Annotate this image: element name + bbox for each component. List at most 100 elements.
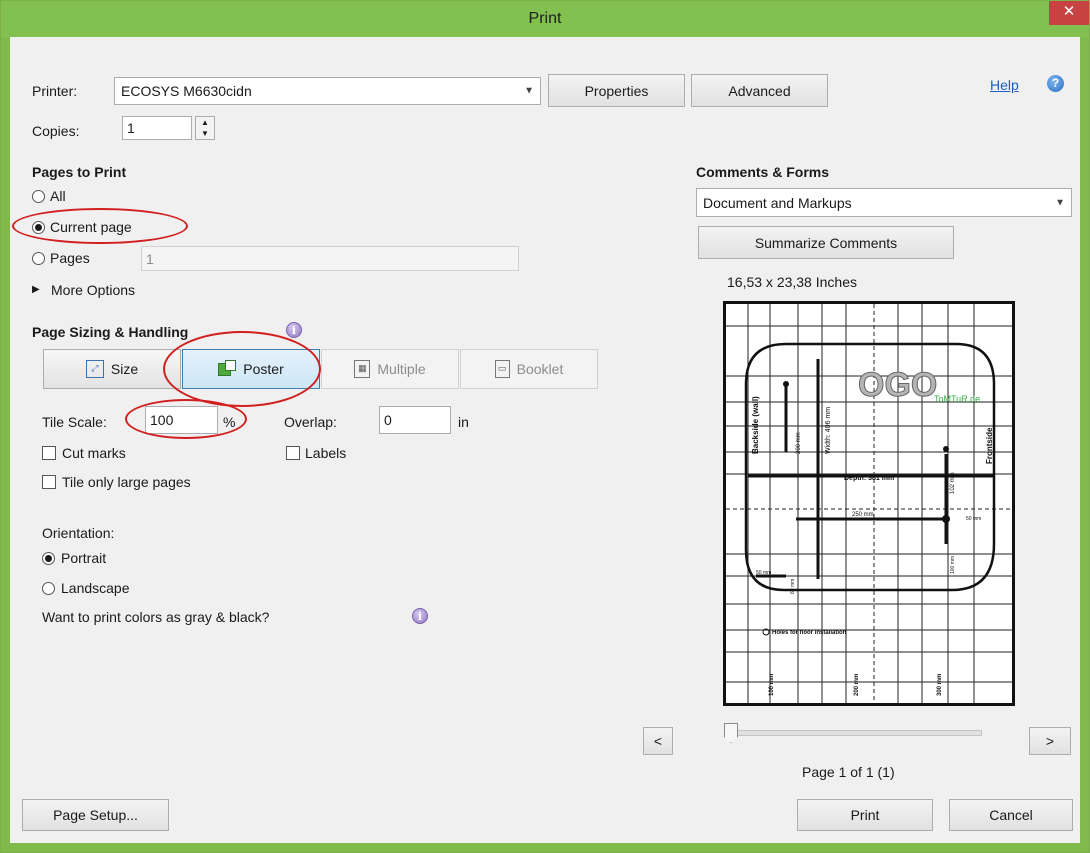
- radio-pages-label: Pages: [50, 250, 90, 266]
- preview-logo: OGO: [858, 366, 937, 404]
- tile-scale-field[interactable]: 100: [145, 406, 218, 434]
- print-dialog-window: Print ✕ Printer: ECOSYS M6630cidn ▼ Prop…: [0, 0, 1090, 853]
- printer-label: Printer:: [32, 83, 78, 99]
- page-setup-button[interactable]: Page Setup...: [22, 799, 169, 831]
- booklet-button-label: Booklet: [516, 361, 564, 377]
- radio-current-page[interactable]: [32, 221, 45, 234]
- tile-large-checkbox[interactable]: [42, 475, 56, 489]
- cancel-button-label: Cancel: [989, 807, 1033, 823]
- multiple-icon: ▦: [354, 360, 371, 378]
- more-options-toggle[interactable]: More Options: [51, 282, 135, 298]
- prev-page-button[interactable]: <: [643, 727, 673, 755]
- booklet-button[interactable]: ▭ Booklet: [460, 349, 598, 389]
- help-icon[interactable]: ?: [1047, 75, 1064, 92]
- comments-forms-select[interactable]: Document and Markups ▼: [696, 188, 1072, 217]
- radio-all-label: All: [50, 188, 66, 204]
- cut-marks-checkbox[interactable]: [42, 446, 56, 460]
- help-link[interactable]: Help: [990, 77, 1019, 93]
- multiple-button-label: Multiple: [377, 361, 426, 377]
- expand-triangle-icon[interactable]: ▶: [32, 284, 40, 295]
- preview-bottom-200: 200 mm: [854, 674, 860, 696]
- preview-bottom-300: 300 mm: [937, 674, 943, 696]
- tile-large-label: Tile only large pages: [62, 474, 191, 490]
- chevron-down-icon: ▼: [1055, 197, 1065, 208]
- size-button[interactable]: ⤢ Size: [43, 349, 181, 389]
- preview-frontside: Frontside: [985, 427, 994, 464]
- dialog-body: Printer: ECOSYS M6630cidn ▼ Properties A…: [10, 37, 1080, 843]
- page-slider-thumb[interactable]: [724, 723, 738, 743]
- printer-selected-value: ECOSYS M6630cidn: [121, 83, 252, 99]
- page-slider-track[interactable]: [730, 730, 982, 736]
- pages-to-print-heading: Pages to Print: [32, 164, 127, 180]
- print-button[interactable]: Print: [797, 799, 933, 831]
- overlap-value: 0: [384, 412, 392, 428]
- page-counter: Page 1 of 1 (1): [802, 764, 895, 780]
- copies-label: Copies:: [32, 123, 80, 139]
- properties-button-label: Properties: [584, 82, 649, 99]
- preview-dim-60: 60 mm: [790, 579, 796, 594]
- preview-holes-note: Holes for floor installation: [772, 630, 847, 636]
- booklet-icon: ▭: [494, 360, 510, 378]
- size-button-label: Size: [110, 361, 139, 377]
- copies-field[interactable]: 1: [122, 116, 192, 140]
- window-title: Print: [528, 10, 562, 27]
- title-bar[interactable]: Print ✕: [1, 1, 1089, 37]
- next-page-button[interactable]: >: [1029, 727, 1071, 755]
- page-preview: OGO ToMTuR.de Backside (wall) Frontside …: [723, 301, 1015, 706]
- tile-scale-label: Tile Scale:: [42, 414, 107, 430]
- pages-range-value: 1: [146, 250, 154, 267]
- overlap-field[interactable]: 0: [379, 406, 451, 434]
- poster-button[interactable]: Poster: [182, 349, 320, 389]
- preview-dim-100: 100 mm: [950, 556, 956, 574]
- preview-backside: Backside (wall): [751, 396, 760, 454]
- multiple-button[interactable]: ▦ Multiple: [321, 349, 459, 389]
- labels-label: Labels: [305, 445, 347, 461]
- page-size-text: 16,53 x 23,38 Inches: [727, 274, 857, 290]
- page-setup-label: Page Setup...: [53, 807, 138, 823]
- radio-pages[interactable]: [32, 252, 45, 265]
- info-icon[interactable]: i: [286, 322, 302, 338]
- preview-dim-102: 102 mm: [950, 472, 956, 494]
- radio-landscape-label: Landscape: [61, 580, 130, 596]
- size-icon: ⤢: [85, 360, 104, 378]
- printer-select[interactable]: ECOSYS M6630cidn ▼: [114, 77, 541, 105]
- close-button[interactable]: ✕: [1049, 1, 1089, 25]
- preview-dim-200: 200 mm: [796, 432, 802, 454]
- copies-stepper[interactable]: ▲ ▼: [195, 116, 215, 140]
- chevron-down-icon: ▼: [524, 85, 534, 97]
- orientation-heading: Orientation:: [42, 525, 115, 541]
- page-sizing-heading: Page Sizing & Handling: [32, 324, 189, 340]
- preview-bottom-100: 100 mm: [769, 674, 775, 696]
- prev-page-glyph: <: [653, 733, 663, 749]
- tile-scale-unit: %: [223, 414, 236, 430]
- radio-landscape[interactable]: [42, 582, 55, 595]
- radio-portrait-label: Portrait: [61, 550, 107, 566]
- comments-forms-heading: Comments & Forms: [696, 164, 830, 180]
- radio-all[interactable]: [32, 190, 45, 203]
- preview-width: Width: 406 mm: [825, 407, 832, 454]
- overlap-unit: in: [458, 414, 469, 430]
- summarize-comments-label: Summarize Comments: [754, 234, 898, 251]
- properties-button[interactable]: Properties: [548, 74, 685, 107]
- print-button-label: Print: [850, 807, 880, 823]
- radio-portrait[interactable]: [42, 552, 55, 565]
- labels-checkbox[interactable]: [286, 446, 300, 460]
- tile-scale-value: 100: [150, 412, 174, 428]
- preview-brand: ToMTuR.de: [934, 394, 980, 404]
- cancel-button[interactable]: Cancel: [949, 799, 1073, 831]
- summarize-comments-button[interactable]: Summarize Comments: [698, 226, 954, 259]
- comments-forms-value: Document and Markups: [703, 194, 852, 211]
- advanced-button-label: Advanced: [728, 82, 791, 99]
- copies-value: 1: [127, 120, 135, 136]
- radio-current-page-label: Current page: [50, 219, 132, 235]
- preview-depth: Depth: 381 mm: [844, 475, 894, 482]
- info-icon[interactable]: i: [412, 608, 428, 624]
- poster-icon: [218, 360, 237, 378]
- pages-range-field[interactable]: 1: [141, 246, 519, 271]
- poster-preview-drawing: OGO ToMTuR.de Backside (wall) Frontside …: [726, 304, 1012, 703]
- gray-black-question: Want to print colors as gray & black?: [42, 609, 270, 625]
- advanced-button[interactable]: Advanced: [691, 74, 828, 107]
- preview-dim-50b: 50 mm: [756, 570, 771, 576]
- poster-button-label: Poster: [243, 361, 284, 377]
- preview-dim-50a: 50 mm: [966, 516, 981, 522]
